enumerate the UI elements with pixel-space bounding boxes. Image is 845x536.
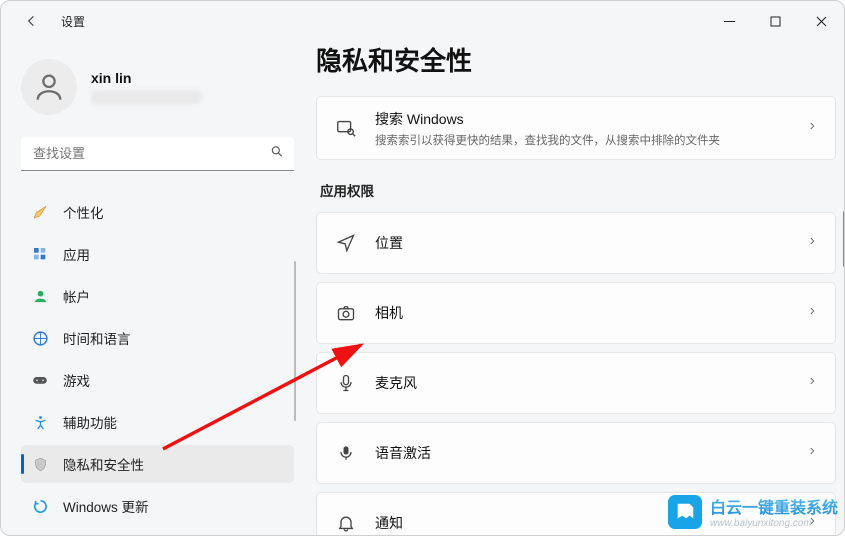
sidebar-item-label: 隐私和安全性 bbox=[63, 454, 144, 474]
location-icon bbox=[335, 232, 357, 254]
profile-text: xin lin bbox=[91, 70, 201, 104]
update-icon bbox=[31, 497, 49, 515]
sidebar-item-label: 游戏 bbox=[63, 370, 90, 390]
card-search-windows[interactable]: 搜索 Windows 搜索索引以获得更快的结果，查找我的文件，从搜索中排除的文件… bbox=[316, 96, 836, 160]
gamepad-icon bbox=[31, 371, 49, 389]
shield-icon bbox=[31, 455, 49, 473]
search-icon bbox=[270, 145, 284, 164]
apps-icon bbox=[31, 245, 49, 263]
sidebar-item-label: 帐户 bbox=[63, 286, 90, 306]
nav-wrap: 个性化 应用 帐户 时间和语言 bbox=[21, 193, 294, 529]
sidebar-item-accessibility[interactable]: 辅助功能 bbox=[21, 403, 294, 441]
sidebar-item-label: 个性化 bbox=[63, 202, 104, 222]
close-button[interactable] bbox=[798, 1, 844, 41]
card-label: 相机 bbox=[375, 303, 807, 323]
profile-email-blurred bbox=[91, 90, 201, 104]
chevron-right-icon bbox=[807, 234, 817, 253]
sidebar-item-label: 应用 bbox=[63, 244, 90, 264]
app-title: 设置 bbox=[61, 13, 85, 30]
sidebar: xin lin 个性化 应用 bbox=[1, 41, 306, 535]
card-label: 麦克风 bbox=[375, 373, 807, 393]
sidebar-item-gaming[interactable]: 游戏 bbox=[21, 361, 294, 399]
bell-icon bbox=[335, 512, 357, 534]
settings-window: 设置 xin lin bbox=[0, 0, 845, 536]
watermark-text-cn: 白云一键重装系统 bbox=[710, 494, 838, 518]
card-voice-activation[interactable]: 语音激活 bbox=[316, 422, 836, 484]
minimize-button[interactable] bbox=[706, 1, 752, 41]
main-content: 隐私和安全性 搜索 Windows 搜索索引以获得更快的结果，查找我的文件，从搜… bbox=[306, 41, 844, 535]
card-title: 搜索 Windows bbox=[375, 109, 807, 129]
chevron-right-icon bbox=[807, 119, 817, 138]
chevron-right-icon bbox=[807, 304, 817, 323]
accessibility-icon bbox=[31, 413, 49, 431]
search-input[interactable] bbox=[21, 137, 294, 171]
titlebar: 设置 bbox=[1, 1, 844, 41]
chevron-right-icon bbox=[807, 374, 817, 393]
voice-activation-icon bbox=[335, 442, 357, 464]
sidebar-nav: 个性化 应用 帐户 时间和语言 bbox=[21, 193, 294, 525]
card-camera[interactable]: 相机 bbox=[316, 282, 836, 344]
clock-globe-icon bbox=[31, 329, 49, 347]
watermark-logo-icon bbox=[668, 495, 702, 529]
card-microphone[interactable]: 麦克风 bbox=[316, 352, 836, 414]
camera-icon bbox=[335, 302, 357, 324]
card-label: 语音激活 bbox=[375, 443, 807, 463]
watermark: 白云一键重装系统 www.baiyunxitong.com bbox=[668, 494, 838, 529]
card-desc: 搜索索引以获得更快的结果，查找我的文件，从搜索中排除的文件夹 bbox=[375, 132, 807, 148]
paintbrush-icon bbox=[31, 203, 49, 221]
search-windows-icon bbox=[335, 117, 357, 139]
page-title: 隐私和安全性 bbox=[316, 41, 836, 78]
card-label: 位置 bbox=[375, 233, 807, 253]
card-label-wrap: 搜索 Windows 搜索索引以获得更快的结果，查找我的文件，从搜索中排除的文件… bbox=[375, 109, 807, 148]
watermark-text-en: www.baiyunxitong.com bbox=[710, 518, 838, 529]
sidebar-item-apps[interactable]: 应用 bbox=[21, 235, 294, 273]
sidebar-item-label: 时间和语言 bbox=[63, 328, 131, 348]
section-header-app-permissions: 应用权限 bbox=[320, 180, 836, 200]
account-icon bbox=[31, 287, 49, 305]
search-box[interactable] bbox=[21, 137, 294, 171]
sidebar-item-privacy[interactable]: 隐私和安全性 bbox=[21, 445, 294, 483]
maximize-button[interactable] bbox=[752, 1, 798, 41]
back-button[interactable] bbox=[21, 10, 43, 32]
card-location[interactable]: 位置 bbox=[316, 212, 836, 274]
profile-name: xin lin bbox=[91, 70, 201, 86]
microphone-icon bbox=[335, 372, 357, 394]
chevron-right-icon bbox=[807, 444, 817, 463]
profile-block[interactable]: xin lin bbox=[21, 59, 294, 115]
sidebar-item-time-language[interactable]: 时间和语言 bbox=[21, 319, 294, 357]
body: xin lin 个性化 应用 bbox=[1, 41, 844, 535]
titlebar-left: 设置 bbox=[21, 10, 85, 32]
sidebar-item-windows-update[interactable]: Windows 更新 bbox=[21, 487, 294, 525]
avatar-icon bbox=[21, 59, 77, 115]
sidebar-scrollbar[interactable] bbox=[294, 261, 296, 421]
sidebar-item-label: Windows 更新 bbox=[63, 496, 149, 516]
sidebar-item-label: 辅助功能 bbox=[63, 412, 117, 432]
sidebar-item-personalization[interactable]: 个性化 bbox=[21, 193, 294, 231]
window-controls bbox=[706, 1, 844, 41]
sidebar-item-accounts[interactable]: 帐户 bbox=[21, 277, 294, 315]
